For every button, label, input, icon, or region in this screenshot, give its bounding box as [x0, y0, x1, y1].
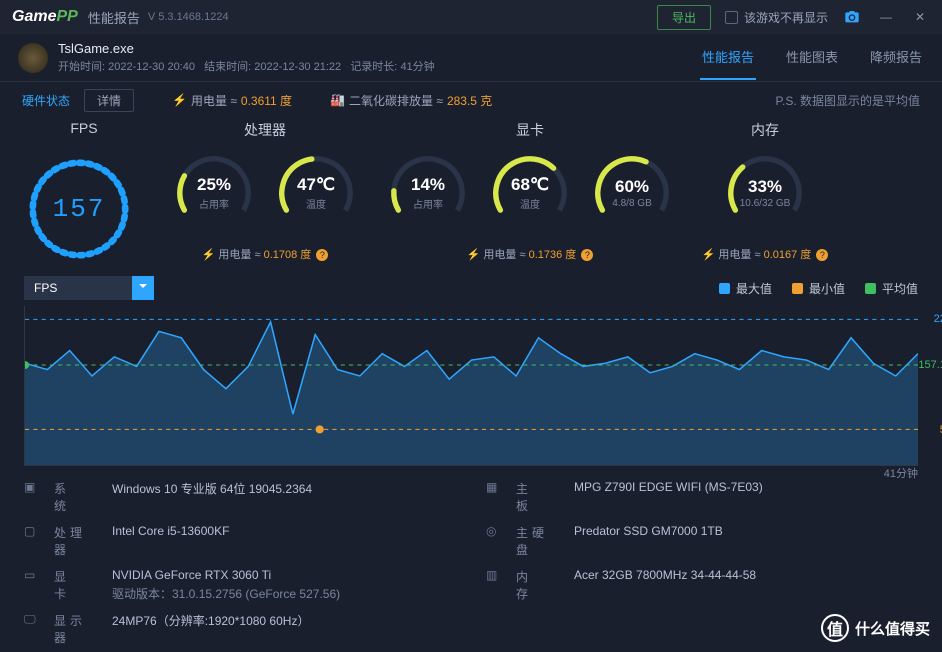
fps-chart: 229 157.16 56 41分钟 — [24, 306, 918, 466]
ps-note: P.S. 数据图显示的是平均值 — [776, 92, 920, 109]
hardware-status-label: 硬件状态 — [22, 92, 70, 109]
gpu-usage-gauge: 14%占用率 — [383, 148, 473, 238]
legend-min-swatch — [792, 283, 803, 294]
spec-motherboard: ▦ 主 板 MPG Z790I EDGE WIFI (MS-7E03) — [486, 480, 918, 514]
fps-gauge: 157 — [24, 154, 134, 264]
co2-chip: 🏭 二氧化碳排放量 ≈ 283.5 克 — [330, 92, 492, 109]
hide-game-label: 该游戏不再显示 — [744, 9, 828, 26]
spec-monitor: 🖵 显示器 24MP76（分辨率:1920*1080 60Hz） — [24, 612, 456, 646]
status-bar: 硬件状态 详情 ⚡ 用电量 ≈ 0.3611 度 🏭 二氧化碳排放量 ≈ 283… — [0, 82, 942, 118]
ram-title: 内存 — [690, 120, 840, 140]
gpu-mem-gauge: 60%4.8/8 GB — [587, 148, 677, 238]
help-icon[interactable]: ? — [316, 249, 328, 261]
motherboard-icon: ▦ — [486, 480, 504, 494]
gpu-title: 显卡 — [380, 120, 680, 140]
legend-max-swatch — [719, 283, 730, 294]
watermark: 值 什么值得买 — [821, 614, 930, 642]
disk-icon: ◎ — [486, 524, 504, 538]
specs-section: ▣ 系 统 Windows 10 专业版 64位 19045.2364 ▦ 主 … — [0, 466, 942, 646]
chart-legend: 最大值 最小值 平均值 — [719, 280, 918, 297]
hide-game-checkbox[interactable]: 该游戏不再显示 — [725, 9, 828, 26]
ram-icon: ▥ — [486, 568, 504, 582]
spec-ssd: ◎ 主硬盘 Predator SSD GM7000 1TB — [486, 524, 918, 558]
camera-icon[interactable] — [842, 7, 862, 27]
cpu-temp-gauge: 47℃温度 — [271, 148, 361, 238]
tab-performance-chart[interactable]: 性能图表 — [784, 35, 840, 80]
game-icon — [18, 43, 48, 73]
spec-ram: ▥ 内 存 Acer 32GB 7800MHz 34-44-44-58 — [486, 568, 918, 602]
game-name: TslGame.exe — [58, 41, 435, 56]
help-icon[interactable]: ? — [581, 249, 593, 261]
gauges-section: FPS 157 处理器 25%占用率 47℃温度 ⚡ 用电量 ≈ 0.1708 … — [0, 118, 942, 264]
chart-section: FPS 最大值 最小值 平均值 229 157.16 56 41分钟 — [0, 264, 942, 466]
gpu-temp-gauge: 68℃温度 — [485, 148, 575, 238]
metric-dropdown[interactable]: FPS — [24, 276, 154, 300]
bolt-icon: ⚡ — [172, 93, 187, 107]
close-icon[interactable]: ✕ — [910, 7, 930, 27]
total-power-chip: ⚡ 用电量 ≈ 0.3611 度 — [172, 92, 292, 109]
spec-os: ▣ 系 统 Windows 10 专业版 64位 19045.2364 — [24, 480, 456, 514]
y-avg-label: 157.16 — [918, 359, 942, 371]
minimize-icon[interactable]: — — [876, 7, 896, 27]
help-icon[interactable]: ? — [816, 249, 828, 261]
watermark-text: 什么值得买 — [855, 618, 930, 639]
checkbox-icon — [725, 11, 738, 24]
tab-performance-report[interactable]: 性能报告 — [700, 35, 756, 80]
version-text: V 5.3.1468.1224 — [148, 11, 229, 23]
app-logo: GamePP — [12, 8, 78, 26]
report-tabs: 性能报告 性能图表 降频报告 — [700, 35, 924, 80]
cpu-title: 处理器 — [160, 120, 370, 140]
detail-button[interactable]: 详情 — [84, 89, 134, 112]
titlebar: GamePP 性能报告 V 5.3.1468.1224 导出 该游戏不再显示 —… — [0, 0, 942, 34]
gpu-power: ⚡ 用电量 ≈ 0.1736 度 ? — [380, 246, 680, 262]
legend-avg-swatch — [865, 283, 876, 294]
watermark-badge: 值 — [821, 614, 849, 642]
tab-throttle-report[interactable]: 降频报告 — [868, 35, 924, 80]
cpu-usage-gauge: 25%占用率 — [169, 148, 259, 238]
fps-title: FPS — [24, 120, 144, 136]
co2-icon: 🏭 — [330, 93, 345, 107]
chevron-down-icon — [139, 284, 147, 292]
game-times: 开始时间: 2022-12-30 20:40 结束时间: 2022-12-30 … — [58, 58, 435, 74]
cpu-power: ⚡ 用电量 ≈ 0.1708 度 ? — [160, 246, 370, 262]
gpu-icon: ▭ — [24, 568, 42, 582]
export-button[interactable]: 导出 — [657, 5, 711, 30]
spec-gpu: ▭ 显 卡 NVIDIA GeForce RTX 3060 Ti驱动版本：31.… — [24, 568, 456, 602]
ram-power: ⚡ 用电量 ≈ 0.0167 度 ? — [690, 246, 840, 262]
dropdown-value: FPS — [34, 281, 57, 295]
game-header: TslGame.exe 开始时间: 2022-12-30 20:40 结束时间:… — [0, 34, 942, 82]
y-max-label: 229 — [934, 313, 942, 325]
fps-value: 157 — [53, 194, 106, 224]
spec-cpu: ▢ 处理器 Intel Core i5-13600KF — [24, 524, 456, 558]
cpu-icon: ▢ — [24, 524, 42, 538]
x-end-label: 41分钟 — [884, 465, 918, 481]
windows-icon: ▣ — [24, 480, 42, 494]
monitor-icon: 🖵 — [24, 612, 42, 627]
ram-usage-gauge: 33%10.6/32 GB — [720, 148, 810, 238]
window-title: 性能报告 — [88, 8, 140, 27]
